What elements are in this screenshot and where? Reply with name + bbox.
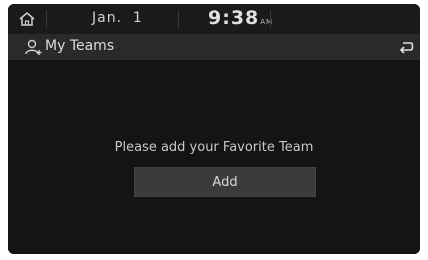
- clock-time: 9:38: [208, 7, 260, 29]
- home-button[interactable]: [8, 4, 46, 34]
- title-bar: My Teams: [8, 34, 420, 60]
- time-display: 9:38AM: [208, 7, 273, 29]
- status-divider: [178, 10, 179, 28]
- ampm-indicator: AM: [260, 18, 274, 26]
- status-divider: [46, 10, 47, 28]
- back-button[interactable]: [392, 34, 420, 60]
- date-display: Jan. 1: [92, 10, 143, 26]
- status-bar: Jan. 1 9:38AM: [8, 4, 420, 34]
- back-arrow-icon: [399, 42, 414, 54]
- empty-state-message: Please add your Favorite Team: [114, 140, 314, 155]
- home-icon: [19, 12, 35, 26]
- page-title: My Teams: [45, 38, 115, 54]
- status-divider: [270, 10, 271, 28]
- person-plus-icon: [25, 39, 42, 55]
- infotainment-screen: Jan. 1 9:38AM My Teams Please add your F…: [8, 4, 420, 254]
- add-team-button[interactable]: Add: [134, 167, 316, 197]
- main-content: Please add your Favorite Team Add: [8, 60, 420, 254]
